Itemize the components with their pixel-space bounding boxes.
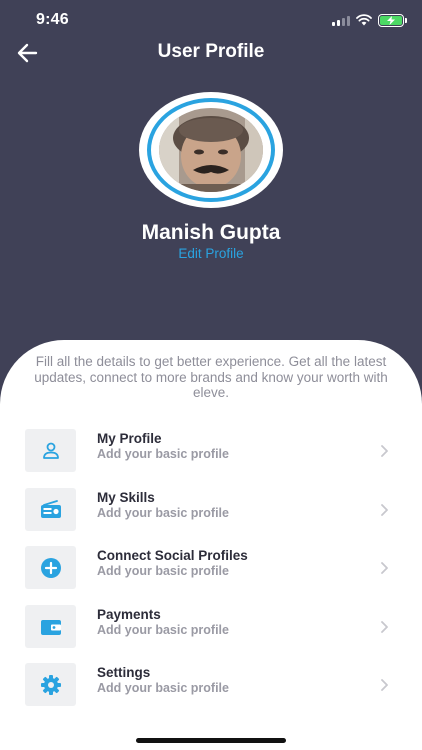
chevron-right-icon xyxy=(381,679,388,691)
battery-icon xyxy=(378,13,407,27)
wallet-icon xyxy=(40,619,61,635)
home-indicator[interactable] xyxy=(136,738,286,743)
menu-icon-box xyxy=(25,488,76,531)
menu-item-connect-social-profiles[interactable]: Connect Social Profiles Add your basic p… xyxy=(25,546,397,590)
menu-item-title: Settings xyxy=(97,665,151,680)
menu-item-settings[interactable]: Settings Add your basic profile xyxy=(25,663,397,707)
wifi-icon xyxy=(356,14,372,26)
intro-text: Fill all the details to get better exper… xyxy=(34,354,388,400)
menu-item-subtitle: Add your basic profile xyxy=(97,623,229,637)
menu-item-title: My Skills xyxy=(97,490,155,505)
menu-item-subtitle: Add your basic profile xyxy=(97,506,229,520)
status-time: 9:46 xyxy=(36,11,69,28)
menu-item-title: Payments xyxy=(97,607,161,622)
menu-item-subtitle: Add your basic profile xyxy=(97,564,229,578)
menu-icon-box xyxy=(25,546,76,589)
person-icon xyxy=(42,442,59,459)
status-bar: 9:46 xyxy=(0,0,422,40)
menu-item-my-skills[interactable]: My Skills Add your basic profile xyxy=(25,488,397,532)
menu-item-title: My Profile xyxy=(97,431,162,446)
avatar[interactable] xyxy=(159,108,263,192)
chevron-right-icon xyxy=(381,445,388,457)
menu-icon-box xyxy=(25,663,76,706)
menu-item-my-profile[interactable]: My Profile Add your basic profile xyxy=(25,429,397,473)
menu-item-subtitle: Add your basic profile xyxy=(97,447,229,461)
avatar-frame xyxy=(139,92,283,208)
cellular-signal-icon xyxy=(332,15,350,26)
gear-icon xyxy=(40,674,61,695)
user-name: Manish Gupta xyxy=(141,221,281,244)
radio-icon xyxy=(40,499,61,518)
status-icons xyxy=(332,13,407,27)
menu-item-payments[interactable]: Payments Add your basic profile xyxy=(25,605,397,649)
chevron-right-icon xyxy=(381,562,388,574)
edit-profile-link[interactable]: Edit Profile xyxy=(0,246,422,261)
chevron-right-icon xyxy=(381,504,388,516)
menu-item-title: Connect Social Profiles xyxy=(97,548,248,563)
avatar-ring xyxy=(147,98,275,202)
menu-icon-box xyxy=(25,605,76,648)
add-circle-icon xyxy=(40,557,61,578)
menu-item-subtitle: Add your basic profile xyxy=(97,681,229,695)
menu-icon-box xyxy=(25,429,76,472)
page-title: User Profile xyxy=(157,41,265,62)
chevron-right-icon xyxy=(381,621,388,633)
